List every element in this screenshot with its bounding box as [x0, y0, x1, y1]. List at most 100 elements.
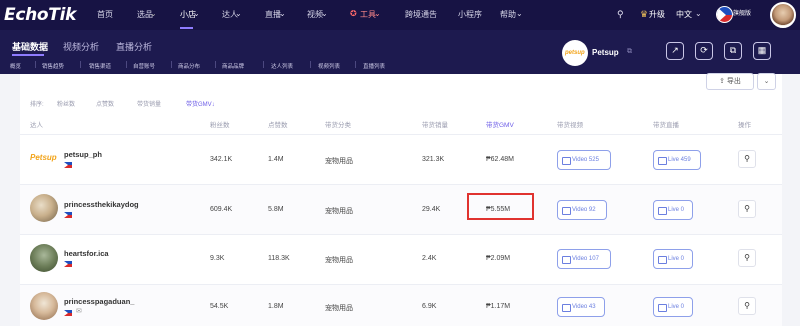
avatar: [30, 244, 58, 272]
sales-value: 6.9K: [422, 303, 437, 310]
likes-value: 118.3K: [268, 255, 290, 262]
avatar: [30, 194, 58, 222]
philippines-flag-icon: [64, 310, 72, 316]
followers-value: 54.5K: [210, 303, 229, 310]
divider: [215, 61, 216, 68]
export-button[interactable]: ⇪ 导出: [706, 73, 754, 90]
sales-value: 29.4K: [422, 206, 441, 213]
nav-mini-program[interactable]: 小程序: [458, 9, 482, 20]
avatar: [30, 292, 58, 320]
philippines-flag-icon: [64, 212, 72, 218]
chevron-down-icon: ⌄: [321, 9, 328, 18]
chevron-down-icon: ⌄: [516, 9, 523, 18]
nav-help[interactable]: 帮助: [500, 9, 516, 20]
divider: [80, 61, 81, 68]
col-actions: 操作: [738, 122, 751, 129]
mail-icon[interactable]: ✉: [76, 307, 82, 315]
subtab-product-distribution[interactable]: 商品分布: [178, 62, 200, 70]
likes-value: 5.8M: [268, 206, 284, 213]
search-icon[interactable]: ⚲: [738, 150, 756, 168]
language-selector[interactable]: 中文: [676, 9, 692, 20]
likes-value: 1.8M: [268, 303, 284, 310]
search-icon[interactable]: ⚲: [738, 249, 756, 267]
sales-value: 321.3K: [422, 156, 445, 163]
chevron-down-icon: ⌄: [374, 9, 381, 18]
video-count-button[interactable]: Video 43: [557, 297, 605, 317]
live-count-button[interactable]: Live 459: [653, 150, 701, 170]
tab-live-analysis[interactable]: 直播分析: [116, 40, 152, 53]
user-avatar[interactable]: [770, 2, 796, 28]
subtab-sales-channel[interactable]: 销售渠道: [89, 62, 111, 70]
search-icon[interactable]: ⚲: [617, 9, 624, 20]
col-likes[interactable]: 点赞数: [268, 119, 288, 129]
gmv-value: ₱1.17M: [486, 303, 511, 310]
live-count-button[interactable]: Live 0: [653, 249, 693, 269]
category-value: 宠物用品: [325, 208, 353, 215]
qr-code-icon[interactable]: ▦: [753, 42, 771, 60]
video-count-button[interactable]: Video 92: [557, 200, 607, 220]
sort-label: 排序:: [30, 102, 44, 108]
video-count-button[interactable]: Video 525: [557, 150, 611, 170]
subtab-overview[interactable]: 概览: [10, 62, 21, 70]
subtab-product-brands[interactable]: 商品品牌: [222, 62, 244, 70]
divider: [171, 61, 172, 68]
tab-active-underline: [12, 54, 44, 56]
sort-followers[interactable]: 粉丝数: [57, 99, 75, 108]
followers-value: 9.3K: [210, 255, 225, 262]
compare-icon[interactable]: ⧉: [724, 42, 742, 60]
tab-video-analysis[interactable]: 视频分析: [63, 40, 99, 53]
copy-icon[interactable]: ⧉: [627, 48, 632, 56]
subtab-self-accounts[interactable]: 自营账号: [133, 62, 155, 70]
divider: [310, 61, 311, 68]
chevron-down-icon: ⌄: [193, 9, 200, 18]
chevron-down-icon: ⌄: [695, 9, 702, 18]
col-creator: 达人: [30, 122, 43, 129]
category-value: 宠物用品: [325, 158, 353, 165]
divider: [126, 61, 127, 68]
vip-label: 旗舰版: [733, 11, 752, 17]
upgrade-icon: ♛: [640, 9, 649, 19]
nav-active-underline: [180, 27, 193, 29]
tab-basic-data[interactable]: 基础数据: [12, 40, 48, 53]
video-count-button[interactable]: Video 107: [557, 249, 611, 269]
search-icon[interactable]: ⚲: [738, 200, 756, 218]
col-gmv[interactable]: 带货GMV: [486, 119, 514, 129]
shop-logo: petsup: [562, 40, 588, 66]
divider: [355, 61, 356, 68]
sort-sales[interactable]: 带货销量: [137, 99, 161, 108]
nav-crossborder[interactable]: 跨境通告: [405, 9, 437, 20]
philippines-flag-icon: [64, 261, 72, 267]
subtab-live-list[interactable]: 直播列表: [363, 62, 385, 70]
chevron-down-icon: ⌄: [279, 9, 286, 18]
search-icon[interactable]: ⚲: [738, 297, 756, 315]
creator-name[interactable]: heartsfor.ica: [64, 249, 109, 258]
highlight-box: [467, 193, 534, 220]
tools-icon: ✪: [350, 9, 357, 18]
echotik-logo[interactable]: EchoTik: [4, 5, 76, 25]
creator-name[interactable]: petsup_ph: [64, 150, 102, 159]
col-videos: 带货视频: [557, 122, 583, 129]
upgrade-link[interactable]: 升级: [649, 9, 665, 20]
followers-value: 342.1K: [210, 156, 233, 163]
col-followers[interactable]: 粉丝数: [210, 119, 230, 129]
shop-name[interactable]: Petsup: [592, 48, 619, 57]
subtab-video-list[interactable]: 视频列表: [318, 62, 340, 70]
live-count-button[interactable]: Live 0: [653, 200, 693, 220]
export-dropdown-button[interactable]: ⌄: [757, 73, 776, 90]
external-link-icon[interactable]: ↗: [666, 42, 684, 60]
live-count-button[interactable]: Live 0: [653, 297, 693, 317]
creator-name[interactable]: princesspagaduan_: [64, 297, 134, 306]
subtab-creator-list[interactable]: 达人列表: [271, 62, 293, 70]
gmv-value: ₱62.48M: [486, 156, 515, 163]
col-sales[interactable]: 带货销量: [422, 119, 448, 129]
nav-home[interactable]: 首页: [97, 9, 113, 20]
refresh-icon[interactable]: ⟳: [695, 42, 713, 60]
likes-value: 1.4M: [268, 156, 284, 163]
gmv-value: ₱2.09M: [486, 255, 511, 262]
philippines-flag-icon[interactable]: [716, 6, 733, 23]
creator-name[interactable]: princessthekikaydog: [64, 200, 139, 209]
sort-gmv[interactable]: 带货GMV↓: [186, 99, 215, 108]
sort-likes[interactable]: 点赞数: [96, 99, 114, 108]
subtab-sales-trend[interactable]: 销售趋势: [42, 62, 64, 70]
col-category: 带货分类: [325, 122, 351, 129]
